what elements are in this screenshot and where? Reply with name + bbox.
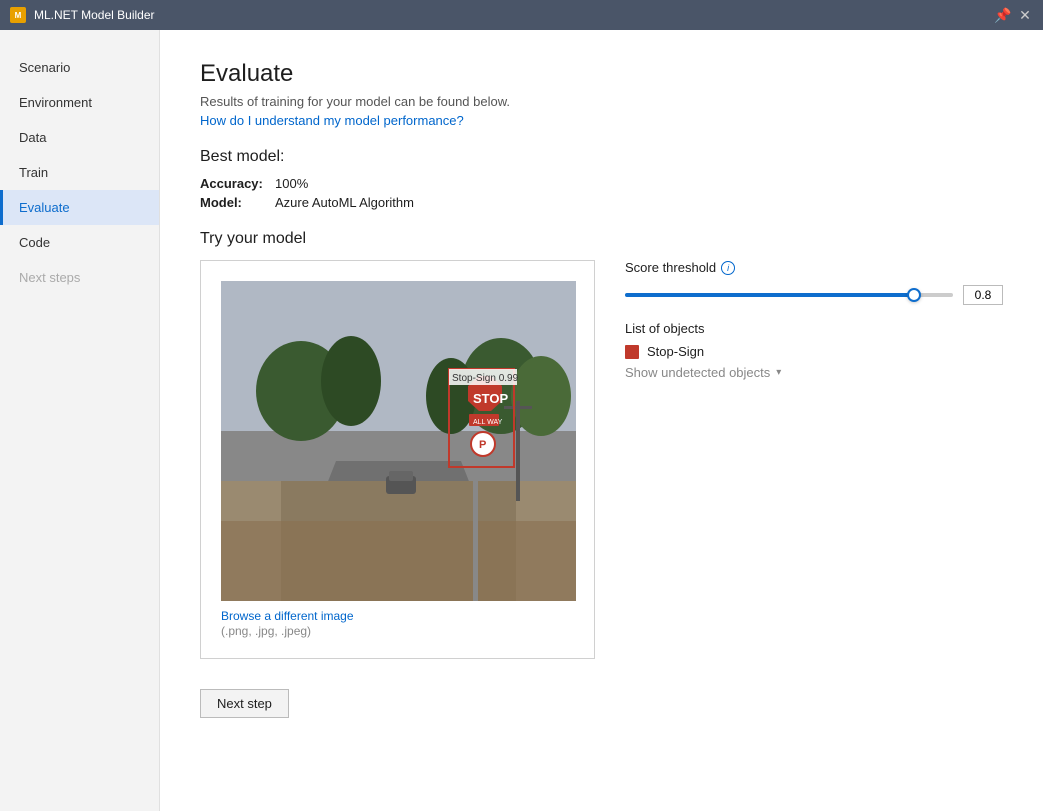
accuracy-label: Accuracy: bbox=[200, 176, 265, 191]
try-heading: Try your model bbox=[200, 230, 1003, 248]
object-item-stop-sign: Stop-Sign bbox=[625, 344, 1003, 359]
main-content: Evaluate Results of training for your mo… bbox=[160, 30, 1043, 811]
sidebar-item-data[interactable]: Data bbox=[0, 120, 159, 155]
accuracy-row: Accuracy: 100% bbox=[200, 176, 1003, 191]
chevron-down-icon: ▾ bbox=[776, 367, 781, 378]
help-link[interactable]: How do I understand my model performance… bbox=[200, 113, 464, 128]
sidebar-item-train[interactable]: Train bbox=[0, 155, 159, 190]
score-threshold-label: Score threshold i bbox=[625, 260, 1003, 275]
info-icon[interactable]: i bbox=[721, 261, 735, 275]
sidebar-item-environment[interactable]: Environment bbox=[0, 85, 159, 120]
svg-text:Stop-Sign 0.99: Stop-Sign 0.99 bbox=[452, 373, 519, 384]
title-bar: M ML.NET Model Builder 📌 ✕ bbox=[0, 0, 1043, 30]
page-title: Evaluate bbox=[200, 60, 1003, 88]
image-wrapper: STOP ALL WAY P Stop-Sign 0.99 bbox=[221, 281, 576, 601]
accuracy-value: 100% bbox=[275, 176, 308, 191]
best-model-section: Best model: Accuracy: 100% Model: Azure … bbox=[200, 148, 1003, 210]
app-icon: M bbox=[10, 7, 26, 23]
model-label: Model: bbox=[200, 195, 265, 210]
object-name-stop-sign: Stop-Sign bbox=[647, 344, 704, 359]
title-bar-controls: 📌 ✕ bbox=[995, 7, 1033, 23]
browse-formats: (.png, .jpg, .jpeg) bbox=[221, 624, 311, 638]
score-value-input[interactable] bbox=[963, 285, 1003, 305]
street-scene-svg: STOP ALL WAY P Stop-Sign 0.99 bbox=[221, 281, 576, 601]
model-info: Accuracy: 100% Model: Azure AutoML Algor… bbox=[200, 176, 1003, 210]
sidebar-item-evaluate[interactable]: Evaluate bbox=[0, 190, 159, 225]
svg-text:STOP: STOP bbox=[473, 391, 508, 406]
model-value: Azure AutoML Algorithm bbox=[275, 195, 414, 210]
show-undetected-label: Show undetected objects bbox=[625, 365, 770, 380]
model-row: Model: Azure AutoML Algorithm bbox=[200, 195, 1003, 210]
list-of-objects-label: List of objects bbox=[625, 321, 1003, 336]
image-panel: STOP ALL WAY P Stop-Sign 0.99 bbox=[200, 260, 595, 659]
page-subtitle: Results of training for your model can b… bbox=[200, 94, 1003, 109]
try-layout: STOP ALL WAY P Stop-Sign 0.99 bbox=[200, 260, 1003, 659]
svg-text:P: P bbox=[479, 439, 486, 451]
show-undetected-toggle[interactable]: Show undetected objects ▾ bbox=[625, 365, 1003, 380]
sidebar-item-next-steps: Next steps bbox=[0, 260, 159, 295]
sidebar: Scenario Environment Data Train Evaluate… bbox=[0, 30, 160, 811]
pin-button[interactable]: 📌 bbox=[995, 7, 1011, 23]
app-container: Scenario Environment Data Train Evaluate… bbox=[0, 30, 1043, 811]
sidebar-item-scenario[interactable]: Scenario bbox=[0, 50, 159, 85]
next-step-button[interactable]: Next step bbox=[200, 689, 289, 718]
try-section: Try your model bbox=[200, 230, 1003, 718]
slider-row bbox=[625, 285, 1003, 305]
score-slider-track[interactable] bbox=[625, 293, 953, 297]
best-model-heading: Best model: bbox=[200, 148, 1003, 166]
score-slider-thumb[interactable] bbox=[907, 288, 921, 302]
svg-text:ALL WAY: ALL WAY bbox=[473, 419, 503, 426]
browse-link[interactable]: Browse a different image bbox=[221, 609, 574, 623]
score-panel: Score threshold i List of objects Stop-S… bbox=[625, 260, 1003, 380]
close-button[interactable]: ✕ bbox=[1017, 7, 1033, 23]
sidebar-item-code[interactable]: Code bbox=[0, 225, 159, 260]
title-bar-title: ML.NET Model Builder bbox=[34, 8, 987, 22]
browse-area: Browse a different image (.png, .jpg, .j… bbox=[221, 609, 574, 638]
stop-sign-color-swatch bbox=[625, 345, 639, 359]
